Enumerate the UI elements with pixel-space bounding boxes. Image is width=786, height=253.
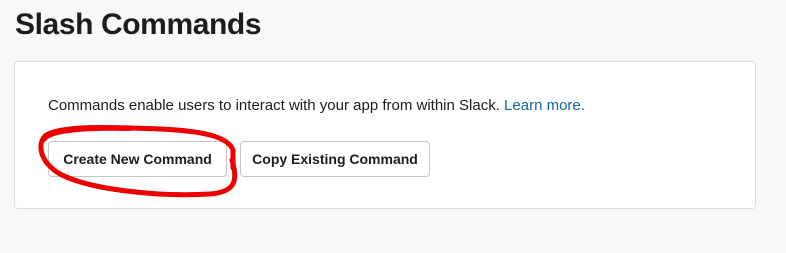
learn-more-link[interactable]: Learn more. bbox=[504, 97, 585, 114]
commands-description-text: Commands enable users to interact with y… bbox=[48, 97, 500, 114]
copy-existing-command-button[interactable]: Copy Existing Command bbox=[240, 141, 430, 177]
slash-commands-card: Commands enable users to interact with y… bbox=[14, 61, 756, 209]
create-new-command-button[interactable]: Create New Command bbox=[48, 141, 227, 177]
commands-description: Commands enable users to interact with y… bbox=[48, 96, 585, 116]
page-title: Slash Commands bbox=[15, 8, 262, 41]
